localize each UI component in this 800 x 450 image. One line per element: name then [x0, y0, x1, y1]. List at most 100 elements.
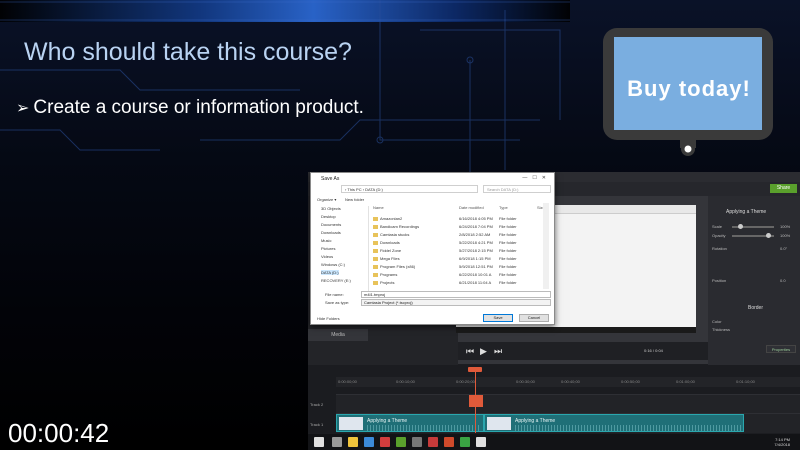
clip-label: Applying a Theme [515, 418, 556, 424]
file-type: File folder [499, 224, 517, 229]
folder-name: Program Files (x86) [373, 264, 415, 269]
nav-item[interactable]: Music [321, 238, 331, 243]
file-date: 6/16/2018 4:05 PM [459, 216, 493, 221]
prop-value-opacity[interactable]: 100% [780, 233, 790, 238]
scale-knob[interactable] [738, 224, 743, 229]
column-header[interactable]: Date modified [459, 205, 484, 210]
nav-item[interactable]: Pictures [321, 246, 335, 251]
search-icon[interactable] [332, 437, 342, 447]
file-row[interactable]: Programs 6/22/2018 10:01 A File folder [371, 271, 551, 278]
folder-name: Projects [373, 280, 394, 285]
folder-name: Downloads [373, 240, 400, 245]
playhead-marker[interactable] [469, 395, 483, 407]
timeline-track-2[interactable] [336, 394, 800, 414]
folder-icon [373, 248, 378, 253]
cancel-button[interactable]: Cancel [519, 314, 549, 322]
dialog-title: Save As [321, 176, 340, 182]
folder-name: Fiddel Zone [373, 248, 401, 253]
track-label: Track 1 [310, 422, 324, 427]
timeline-clip[interactable]: Applying a Theme [336, 414, 484, 432]
folder-icon [373, 272, 378, 277]
timeline-ruler[interactable]: 0:00:00;00 0:00:10;00 0:00:20;00 0:00:30… [336, 377, 800, 387]
file-date: 6/24/2018 7:04 PM [459, 224, 493, 229]
file-date: 2/8/2018 2:52 AM [459, 232, 491, 237]
properties-button[interactable]: Properties [766, 345, 796, 353]
ruler-mark: 0:00:40;00 [561, 379, 580, 384]
save-type-select[interactable]: Camtasia Project (*.tscproj) [361, 299, 551, 306]
file-date: 5/9/2018 12:51 PM [459, 264, 493, 269]
new-folder-button[interactable]: New folder [345, 197, 364, 202]
app-icon[interactable] [428, 437, 438, 447]
nav-item[interactable]: Downloads [321, 230, 341, 235]
camtasia-icon[interactable] [476, 437, 486, 447]
folder-icon [373, 264, 378, 269]
nav-item[interactable]: Documents [321, 222, 341, 227]
ruler-mark: 0:00:50;00 [621, 379, 640, 384]
file-date: 6/9/2018 1:15 PM [459, 256, 491, 261]
file-type: File folder [499, 272, 517, 277]
file-list-scrollbar[interactable] [543, 203, 549, 289]
folder-icon [373, 232, 378, 237]
play-icon[interactable]: ▶ [480, 346, 487, 357]
prop-value-rotation[interactable]: 0.0° [780, 246, 787, 251]
save-as-dialog: Save As —☐✕ › This PC › DATA (D:) Search… [310, 172, 555, 325]
file-row[interactable]: Program Files (x86) 5/9/2018 12:51 PM File… [371, 263, 551, 270]
folder-name: Amazonian2 [373, 216, 402, 221]
prop-value-position[interactable]: 0.0 [780, 278, 786, 283]
settings-icon[interactable] [396, 437, 406, 447]
nav-item[interactable]: Windows (C:) [321, 262, 345, 267]
address-bar[interactable]: › This PC › DATA (D:) [341, 185, 478, 193]
prop-label-opacity: Opacity [712, 233, 726, 238]
windows-taskbar: 7:14 PM 7/4/2018 [308, 434, 800, 450]
media-tab[interactable]: Media [308, 329, 368, 341]
clock-date: 7/4/2018 [774, 442, 790, 447]
opacity-knob[interactable] [766, 233, 771, 238]
navigation-pane: 3D Objects Desktop Documents Downloads M… [317, 206, 369, 292]
nav-item[interactable]: RECOVERY (E:) [321, 278, 351, 283]
nav-item[interactable]: 3D Objects [321, 206, 341, 211]
nav-item[interactable]: Videos [321, 254, 333, 259]
file-row[interactable]: Mega Files 6/9/2018 1:15 PM File folder [371, 255, 551, 262]
acrobat-icon[interactable] [460, 437, 470, 447]
file-name-input[interactable]: m4I1.tmproj [361, 291, 551, 298]
file-type: File folder [499, 280, 517, 285]
edge-icon[interactable] [380, 437, 390, 447]
search-input[interactable]: Search DATA (D:) [483, 185, 551, 193]
file-explorer-icon[interactable] [364, 437, 374, 447]
file-name-label: File name: [325, 292, 344, 297]
file-row[interactable]: Amazonian2 6/16/2018 4:05 PM File folder [371, 215, 551, 222]
powerpoint-icon[interactable] [444, 437, 454, 447]
taskbar-clock[interactable]: 7:14 PM 7/4/2018 [760, 437, 790, 447]
column-header[interactable]: Name [373, 205, 384, 210]
nav-item[interactable]: DATA (D:) [321, 270, 339, 275]
file-row[interactable]: Camtasia stucks 2/8/2018 2:52 AM File fold… [371, 231, 551, 238]
start-icon[interactable] [314, 437, 324, 447]
file-row[interactable]: Projects 6/21/2018 11:04 A File folder [371, 279, 551, 286]
file-row[interactable]: Bandicam Recordings 6/24/2018 7:04 PM File… [371, 223, 551, 230]
chrome-icon[interactable] [412, 437, 422, 447]
rewind-icon[interactable]: ⏮ [466, 346, 474, 357]
task-view-icon[interactable] [348, 437, 358, 447]
nav-item[interactable]: Desktop [321, 214, 336, 219]
playback-controls: ⏮ ▶ ⏭ [458, 342, 708, 360]
hide-folders-toggle[interactable]: Hide Folders [317, 316, 340, 321]
clip-thumbnail [339, 417, 363, 430]
clip-thumbnail [487, 417, 511, 430]
prop-label-rotation: Rotation [712, 246, 727, 251]
ruler-mark: 0:00:00;00 [338, 379, 357, 384]
file-date: 5/22/2018 4:21 PM [459, 240, 493, 245]
column-header[interactable]: Type [499, 205, 508, 210]
file-row[interactable]: Downloads 5/22/2018 4:21 PM File folder [371, 239, 551, 246]
timeline-clip[interactable]: Applying a Theme [484, 414, 744, 432]
file-list: Name Date modified Type Size Amazonian2 6… [371, 203, 551, 289]
forward-icon[interactable]: ⏭ [494, 346, 502, 357]
clip-label: Applying a Theme [367, 418, 408, 424]
elapsed-timer: 00:00:42 [8, 418, 110, 448]
save-button[interactable]: Save [483, 314, 513, 322]
share-button[interactable]: Share [770, 184, 797, 193]
window-controls[interactable]: —☐✕ [522, 175, 551, 181]
clip-waveform [367, 425, 481, 431]
organize-menu[interactable]: Organize ▾ [317, 197, 336, 202]
prop-value-scale[interactable]: 100% [780, 224, 790, 229]
file-row[interactable]: Fiddel Zone 5/27/2018 2:15 PM File folder [371, 247, 551, 254]
